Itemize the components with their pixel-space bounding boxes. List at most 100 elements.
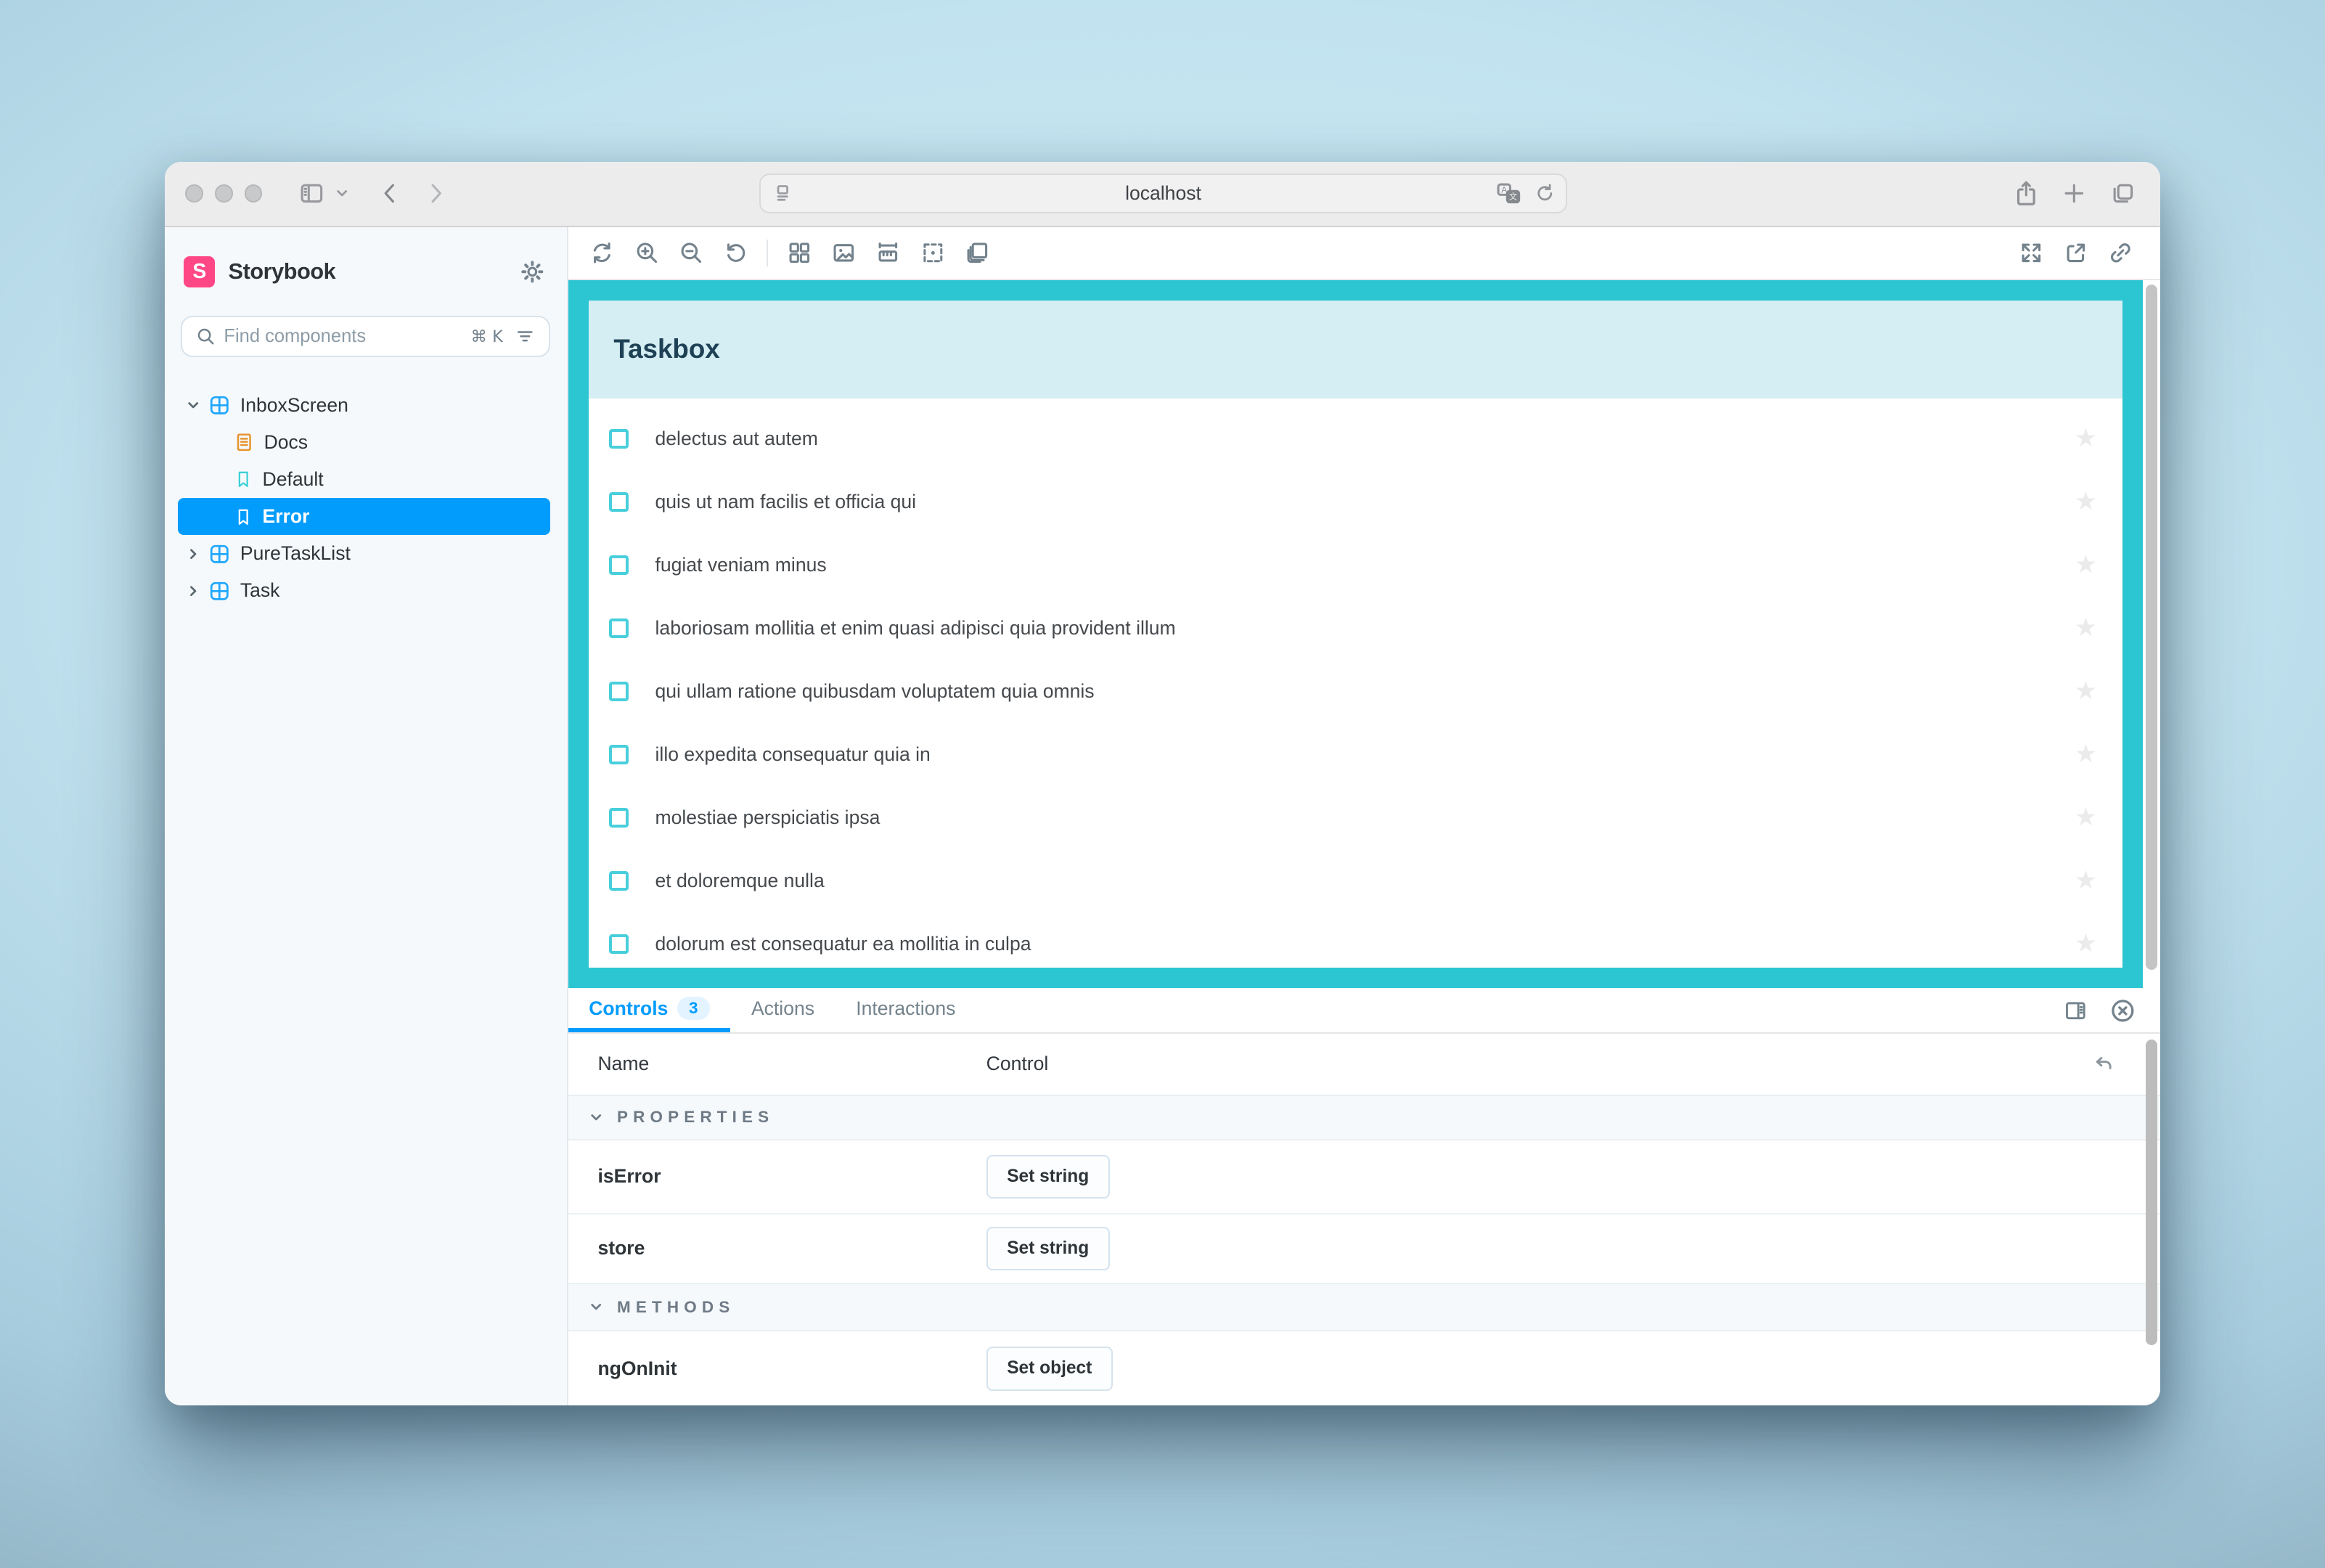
- preview-scrollbar[interactable]: [2146, 285, 2157, 970]
- traffic-lights: [185, 184, 262, 203]
- tree-label: Default: [263, 468, 324, 491]
- controls-table: PROPERTIES isError Set string store Set …: [568, 1096, 2161, 1406]
- sidebar-item-docs[interactable]: Docs: [165, 424, 567, 461]
- component-icon: [209, 544, 230, 565]
- tree-label: InboxScreen: [240, 394, 348, 417]
- task-checkbox[interactable]: [609, 618, 629, 638]
- task-title: delectus aut autem: [655, 428, 818, 450]
- url-text: localhost: [1125, 182, 1201, 205]
- viewport-icon[interactable]: [955, 232, 1000, 274]
- star-icon[interactable]: ★: [2075, 616, 2097, 641]
- star-icon[interactable]: ★: [2075, 805, 2097, 830]
- close-window-button[interactable]: [185, 184, 203, 203]
- search-input[interactable]: [224, 326, 465, 347]
- sidebar-item-error[interactable]: Error: [178, 498, 550, 535]
- zoom-in-icon[interactable]: [624, 232, 669, 274]
- task-row: dolorum est consequatur ea mollitia in c…: [589, 912, 2122, 976]
- gear-icon[interactable]: [520, 260, 544, 284]
- sidebar-item-inboxscreen[interactable]: InboxScreen: [165, 387, 567, 424]
- tab-interactions[interactable]: Interactions: [835, 989, 976, 1032]
- name-column-header: Name: [568, 1053, 986, 1075]
- chevron-right-icon: [187, 547, 201, 560]
- fullscreen-icon[interactable]: [2009, 232, 2054, 274]
- control-column-header: Control: [986, 1053, 2093, 1075]
- sidebar-item-task[interactable]: Task: [165, 572, 567, 609]
- sidebar-item-puretasklist[interactable]: PureTaskList: [165, 535, 567, 572]
- task-checkbox[interactable]: [609, 682, 629, 701]
- star-icon[interactable]: ★: [2075, 426, 2097, 452]
- reset-controls-icon[interactable]: [2092, 1053, 2116, 1075]
- task-row: et doloremque nulla ★: [589, 849, 2122, 912]
- prop-name: store: [568, 1237, 986, 1259]
- taskbox-title: Taskbox: [613, 334, 719, 364]
- task-checkbox[interactable]: [609, 555, 629, 575]
- grid-icon[interactable]: [777, 232, 822, 274]
- tab-overview-icon[interactable]: [2110, 181, 2136, 205]
- set-string-button[interactable]: Set string: [986, 1155, 1110, 1199]
- task-checkbox[interactable]: [609, 934, 629, 954]
- canvas-toolbar: [568, 227, 2161, 281]
- storybook-logo: S: [184, 256, 215, 287]
- star-icon[interactable]: ★: [2075, 868, 2097, 894]
- open-external-icon[interactable]: [2054, 232, 2098, 274]
- task-title: molestiae perspiciatis ipsa: [655, 807, 880, 829]
- search-shortcut: ⌘ K: [471, 327, 503, 346]
- link-icon[interactable]: [2098, 232, 2142, 274]
- section-methods[interactable]: METHODS: [568, 1284, 2161, 1331]
- sidebar-item-default[interactable]: Default: [165, 461, 567, 498]
- star-icon[interactable]: ★: [2075, 552, 2097, 578]
- share-icon[interactable]: [2014, 180, 2039, 207]
- star-icon[interactable]: ★: [2075, 679, 2097, 704]
- task-row: molestiae perspiciatis ipsa ★: [589, 786, 2122, 849]
- star-icon[interactable]: ★: [2075, 742, 2097, 767]
- chevron-down-icon[interactable]: [335, 187, 348, 200]
- task-title: illo expedita consequatur quia in: [655, 743, 931, 766]
- task-row: fugiat veniam minus★: [589, 534, 2122, 597]
- controls-table-header: Name Control: [568, 1034, 2161, 1096]
- component-icon: [209, 395, 230, 416]
- task-row: delectus aut autem ★: [589, 407, 2122, 470]
- task-checkbox[interactable]: [609, 745, 629, 764]
- zoom-window-button[interactable]: [245, 184, 263, 203]
- tree-label: Error: [263, 505, 310, 528]
- panel-position-icon[interactable]: [2064, 1000, 2088, 1022]
- back-button[interactable]: [380, 181, 399, 205]
- filter-icon[interactable]: [515, 327, 536, 346]
- task-checkbox[interactable]: [609, 492, 629, 512]
- set-object-button[interactable]: Set object: [986, 1347, 1113, 1391]
- star-icon[interactable]: ★: [2075, 931, 2097, 957]
- browser-toolbar: localhost A文: [165, 162, 2160, 227]
- new-tab-icon[interactable]: [2062, 181, 2086, 205]
- set-string-button[interactable]: Set string: [986, 1227, 1110, 1271]
- component-icon: [209, 581, 230, 602]
- star-icon[interactable]: ★: [2075, 489, 2097, 515]
- search-icon: [196, 327, 216, 346]
- page-settings-icon[interactable]: [772, 183, 793, 204]
- zoom-out-icon[interactable]: [669, 232, 713, 274]
- translate-icon[interactable]: A文: [1496, 182, 1521, 205]
- task-checkbox[interactable]: [609, 871, 629, 891]
- address-bar[interactable]: localhost A文: [759, 173, 1567, 213]
- task-title: et doloremque nulla: [655, 870, 825, 892]
- measure-icon[interactable]: [866, 232, 910, 274]
- tab-controls[interactable]: Controls 3: [568, 989, 731, 1032]
- outline-icon[interactable]: [910, 232, 955, 274]
- task-checkbox[interactable]: [609, 429, 629, 449]
- tab-actions[interactable]: Actions: [730, 989, 835, 1032]
- remount-icon[interactable]: [580, 232, 624, 274]
- section-properties[interactable]: PROPERTIES: [568, 1096, 2161, 1140]
- forward-button[interactable]: [427, 181, 446, 205]
- task-title: qui ullam ratione quibusdam voluptatem q…: [655, 680, 1095, 703]
- zoom-reset-icon[interactable]: [714, 232, 758, 274]
- controls-count-badge: 3: [677, 997, 710, 1020]
- task-checkbox[interactable]: [609, 808, 629, 828]
- minimize-window-button[interactable]: [215, 184, 233, 203]
- close-panel-icon[interactable]: [2110, 998, 2136, 1024]
- brand-name: Storybook: [229, 259, 336, 285]
- panel-scrollbar[interactable]: [2146, 1040, 2157, 1345]
- control-row-iserror: isError Set string: [568, 1140, 2161, 1214]
- sidebar-toggle-icon[interactable]: [298, 181, 325, 205]
- reload-icon[interactable]: [1535, 183, 1556, 204]
- task-row: quis ut nam facilis et officia qui★: [589, 470, 2122, 534]
- background-icon[interactable]: [822, 232, 866, 274]
